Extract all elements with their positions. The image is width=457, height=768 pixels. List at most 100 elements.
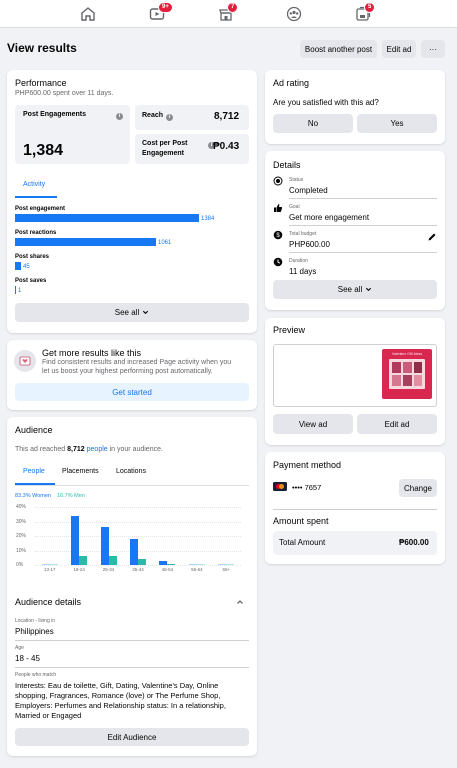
- ad-rating-title: Ad rating: [273, 78, 310, 88]
- grid-line: [35, 507, 241, 508]
- home-icon[interactable]: [80, 6, 96, 22]
- tabs-divider: [15, 485, 249, 486]
- tab-people[interactable]: People: [23, 468, 45, 475]
- thumbnail-product: [403, 375, 412, 386]
- promo-text-1: Find consistent results and increased Pa…: [42, 359, 232, 366]
- reach-value: 8,712: [214, 111, 240, 122]
- grid-line: [35, 521, 241, 523]
- change-payment-button[interactable]: Change: [399, 479, 437, 497]
- total-amount-label: Total Amount: [279, 538, 326, 547]
- tab-placements[interactable]: Placements: [62, 468, 99, 475]
- match-line: Married or Engaged: [15, 711, 82, 720]
- edit-pencil-icon[interactable]: [427, 232, 437, 242]
- details-title: Details: [273, 160, 301, 170]
- marketplace-badge: 7: [227, 2, 239, 13]
- chart-baseline-stub: [100, 564, 109, 565]
- activity-bar: [15, 286, 16, 294]
- chart-baseline-stub: [188, 564, 197, 565]
- boost-another-post-button[interactable]: Boost another post: [300, 40, 377, 58]
- chevron-up-icon[interactable]: [236, 598, 244, 606]
- performance-title: Performance: [15, 78, 67, 88]
- activity-bar: [15, 262, 21, 270]
- grid-line: [35, 550, 241, 552]
- get-started-button[interactable]: Get started: [15, 383, 249, 401]
- y-tick-label: 20%: [16, 533, 27, 539]
- y-tick-label: 40%: [16, 504, 27, 510]
- promo-illustration-icon: [14, 350, 36, 372]
- x-tick-label: 25-34: [102, 567, 115, 572]
- activity-bar: [15, 214, 199, 222]
- chart-bar: [71, 516, 80, 565]
- info-icon[interactable]: i: [166, 114, 173, 121]
- budget-value: PHP600.00: [289, 240, 330, 249]
- amount-spent-title: Amount spent: [273, 516, 329, 526]
- view-ad-button[interactable]: View ad: [273, 414, 353, 434]
- activity-bar-value: 1: [18, 288, 22, 294]
- video-icon[interactable]: 9+: [149, 2, 173, 22]
- x-tick-label: 45-54: [161, 567, 174, 572]
- post-engagements-value: 1,384: [23, 142, 64, 159]
- marketplace-icon[interactable]: 7: [218, 2, 239, 22]
- chart-baseline-stub: [79, 564, 88, 565]
- performance-spent-text: PHP600.00 spent over 11 days.: [15, 90, 113, 97]
- activity-bar-label: Post engagement: [15, 206, 66, 212]
- activity-bar-label: Post reactions: [15, 230, 57, 236]
- reach-post: in your audience.: [107, 446, 163, 453]
- spent-mid: spent over: [50, 90, 88, 97]
- groups-icon[interactable]: [286, 6, 302, 22]
- y-tick-label: 0%: [16, 562, 24, 568]
- tab-activity[interactable]: Activity: [23, 181, 45, 188]
- cpe-label-1: Cost per Post: [142, 140, 188, 147]
- match-line: Interests: Eau de toilette, Gift, Dating…: [15, 681, 219, 690]
- duration-clock-icon: [273, 257, 283, 267]
- edit-ad-button[interactable]: Edit ad: [382, 40, 416, 58]
- edit-audience-button[interactable]: Edit Audience: [15, 728, 249, 746]
- activity-bar-label: Post shares: [15, 254, 50, 260]
- thumbnail-caption: Valentine Gift Ideas: [391, 352, 423, 356]
- chart-baseline-stub: [226, 564, 235, 565]
- y-tick-label: 10%: [16, 547, 27, 554]
- x-tick-label: 65+: [222, 567, 231, 572]
- chart-baseline-stub: [130, 564, 138, 565]
- rating-yes-button[interactable]: Yes: [357, 114, 437, 133]
- grid-line: [35, 565, 241, 566]
- details-see-all-button[interactable]: See all: [273, 280, 437, 299]
- cpe-value: ₱0.43: [213, 141, 240, 152]
- chart-bar: [130, 539, 138, 565]
- reach-label: Reach: [142, 112, 164, 119]
- audience-details-title: Audience details: [15, 597, 82, 607]
- reach-people-link[interactable]: people: [87, 446, 108, 453]
- more-options-button[interactable]: ···: [421, 40, 445, 58]
- chart-baseline-stub: [108, 564, 117, 565]
- tab-locations[interactable]: Locations: [116, 468, 146, 475]
- info-icon[interactable]: i: [116, 113, 123, 120]
- chart-bar: [100, 527, 109, 565]
- mastercard-icon: [273, 482, 287, 491]
- match-line: shopping, Fragrances, Romance (love) or …: [15, 691, 221, 700]
- activity-bar: [15, 238, 156, 246]
- legend-women: 83.3% Women: [15, 493, 51, 499]
- chart-baseline-stub: [218, 564, 227, 565]
- page-title: View results: [7, 41, 77, 55]
- chart-baseline-stub: [138, 564, 146, 565]
- pages-icon[interactable]: 5: [355, 2, 376, 22]
- ad-thumbnail-image: Valentine Gift Ideas: [382, 349, 432, 399]
- promo-text-2: let us boost your highest performing pos…: [42, 368, 213, 375]
- chart-baseline-stub: [41, 564, 50, 565]
- preview-title: Preview: [273, 325, 306, 335]
- preview-edit-ad-button[interactable]: Edit ad: [357, 414, 437, 434]
- tab-activity-underline: [15, 196, 57, 198]
- budget-coin-icon: $: [273, 230, 283, 240]
- spent-end: .: [111, 90, 114, 97]
- goal-label: Goal: [289, 204, 300, 210]
- thumbs-up-icon: [274, 204, 283, 212]
- rating-no-button[interactable]: No: [273, 114, 353, 133]
- match-label: People who match: [15, 672, 57, 678]
- chart-baseline-stub: [71, 564, 80, 565]
- performance-see-all-button[interactable]: See all: [15, 303, 249, 322]
- pages-badge: 5: [364, 2, 376, 13]
- spent-days: 11 days: [87, 90, 112, 97]
- x-tick-label: 55-64: [191, 567, 203, 572]
- thumbnail-product: [403, 362, 412, 373]
- budget-label: Total budget: [289, 231, 317, 237]
